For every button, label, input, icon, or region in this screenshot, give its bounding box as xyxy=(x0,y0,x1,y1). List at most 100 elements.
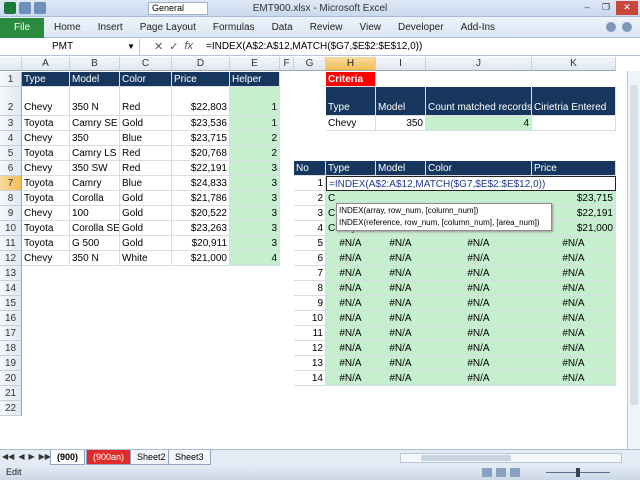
ribbon-minimize-icon[interactable] xyxy=(622,22,632,32)
cell[interactable] xyxy=(532,116,616,131)
cell[interactable]: #N/A xyxy=(532,311,616,326)
cell[interactable]: Gold xyxy=(120,206,172,221)
row-header[interactable]: 16 xyxy=(0,311,22,326)
cell[interactable]: #N/A xyxy=(376,356,426,371)
column-header[interactable]: J xyxy=(426,57,532,71)
next-sheet-icon[interactable]: ▶ xyxy=(28,452,34,461)
row-header[interactable]: 21 xyxy=(0,386,22,401)
cell[interactable]: #N/A xyxy=(326,281,376,296)
page-layout-view-icon[interactable] xyxy=(496,468,506,477)
row-header[interactable]: 12 xyxy=(0,251,22,266)
column-header[interactable]: B xyxy=(70,57,120,71)
cell[interactable]: Toyota xyxy=(22,176,70,191)
cell[interactable]: 350 xyxy=(70,131,120,146)
first-sheet-icon[interactable]: ◀◀ xyxy=(2,452,14,461)
column-header[interactable]: C xyxy=(120,57,172,71)
cell[interactable]: =INDEX(A$2:A$12,MATCH($G7,$E$2:$E$12,0)) xyxy=(326,176,616,191)
cell[interactable]: 4 xyxy=(230,251,280,266)
cell[interactable]: #N/A xyxy=(376,371,426,386)
row-header[interactable]: 19 xyxy=(0,356,22,371)
cell[interactable]: Toyota xyxy=(22,191,70,206)
formula-input[interactable]: =INDEX(A$2:A$12,MATCH($G7,$E$2:$E$12,0)) xyxy=(206,41,422,52)
cell[interactable]: 3 xyxy=(230,221,280,236)
cell[interactable]: 3 xyxy=(230,236,280,251)
cell[interactable]: Model xyxy=(376,161,426,176)
cell[interactable]: #N/A xyxy=(426,311,532,326)
cell[interactable]: 2 xyxy=(294,191,326,206)
vertical-scrollbar[interactable] xyxy=(627,71,640,449)
cell[interactable]: 4 xyxy=(294,221,326,236)
tooltip-line[interactable]: INDEX(reference, row_num, [column_num], … xyxy=(339,217,549,229)
cell[interactable]: Model xyxy=(70,72,120,87)
cell[interactable]: Chevy xyxy=(22,87,70,116)
cell[interactable]: #N/A xyxy=(426,266,532,281)
cell[interactable]: 1 xyxy=(230,116,280,131)
ribbon-tab[interactable]: Formulas xyxy=(213,22,255,33)
cell[interactable]: Camry LS xyxy=(70,146,120,161)
cell[interactable]: #N/A xyxy=(326,371,376,386)
ribbon-tab[interactable]: Data xyxy=(272,22,293,33)
insert-function-icon[interactable]: fx xyxy=(184,40,193,53)
row-header[interactable]: 1 xyxy=(0,72,22,87)
cell[interactable]: Corolla SE xyxy=(70,221,120,236)
cell[interactable]: #N/A xyxy=(326,326,376,341)
cell[interactable]: #N/A xyxy=(326,311,376,326)
ribbon-tab[interactable]: Home xyxy=(54,22,81,33)
cell[interactable]: 6 xyxy=(294,251,326,266)
cell[interactable]: #N/A xyxy=(426,326,532,341)
help-icon[interactable] xyxy=(606,22,616,32)
cell[interactable]: Camry xyxy=(70,176,120,191)
ribbon-tab[interactable]: Review xyxy=(310,22,343,33)
prev-sheet-icon[interactable]: ◀ xyxy=(18,452,24,461)
cell[interactable]: Color xyxy=(426,161,532,176)
cell[interactable]: 1 xyxy=(294,176,326,191)
minimize-icon[interactable]: – xyxy=(578,1,596,15)
cell[interactable]: Type xyxy=(326,161,376,176)
cell[interactable]: $24,833 xyxy=(172,176,230,191)
cell[interactable]: Toyota xyxy=(22,236,70,251)
cell[interactable]: 7 xyxy=(294,266,326,281)
cell[interactable]: #N/A xyxy=(326,356,376,371)
cell[interactable]: 11 xyxy=(294,326,326,341)
cell[interactable]: Gold xyxy=(120,236,172,251)
cell[interactable]: 3 xyxy=(230,176,280,191)
cell[interactable]: Chevy xyxy=(326,116,376,131)
cell[interactable]: Red xyxy=(120,146,172,161)
tooltip-line[interactable]: INDEX(array, row_num, [column_num]) xyxy=(339,205,549,217)
row-header[interactable]: 3 xyxy=(0,116,22,131)
cell[interactable]: Helper xyxy=(230,72,280,87)
cell[interactable]: $23,263 xyxy=(172,221,230,236)
cell[interactable]: #N/A xyxy=(326,296,376,311)
cell[interactable]: 13 xyxy=(294,356,326,371)
cell[interactable]: Chevy xyxy=(22,161,70,176)
cell[interactable]: $20,522 xyxy=(172,206,230,221)
cell[interactable]: 4 xyxy=(426,116,532,131)
cell[interactable]: $20,911 xyxy=(172,236,230,251)
cell[interactable]: #N/A xyxy=(532,356,616,371)
cell[interactable]: $22,803 xyxy=(172,87,230,116)
cell[interactable]: #N/A xyxy=(326,341,376,356)
cell[interactable]: Gold xyxy=(120,116,172,131)
cell[interactable]: 3 xyxy=(230,191,280,206)
restore-icon[interactable]: ❐ xyxy=(597,1,615,15)
ribbon-tab[interactable]: Insert xyxy=(98,22,123,33)
cell[interactable]: Type xyxy=(326,87,376,116)
cell[interactable]: Blue xyxy=(120,131,172,146)
cell[interactable]: #N/A xyxy=(426,371,532,386)
row-header[interactable]: 17 xyxy=(0,326,22,341)
cell[interactable]: Cirietria Entered xyxy=(532,87,616,116)
file-tab[interactable]: File xyxy=(0,18,44,38)
sheet-tab[interactable]: (900) xyxy=(50,450,86,465)
cell[interactable]: 10 xyxy=(294,311,326,326)
cell[interactable]: #N/A xyxy=(532,326,616,341)
cell[interactable]: #N/A xyxy=(376,281,426,296)
row-header[interactable]: 20 xyxy=(0,371,22,386)
cell[interactable]: 350 N xyxy=(70,87,120,116)
cell[interactable]: $22,191 xyxy=(172,161,230,176)
row-header[interactable]: 5 xyxy=(0,146,22,161)
row-header[interactable]: 13 xyxy=(0,266,22,281)
cell[interactable]: #N/A xyxy=(532,296,616,311)
cell[interactable]: 8 xyxy=(294,281,326,296)
chevron-down-icon[interactable]: ▼ xyxy=(127,39,135,55)
cell[interactable]: Criteria xyxy=(326,72,376,87)
